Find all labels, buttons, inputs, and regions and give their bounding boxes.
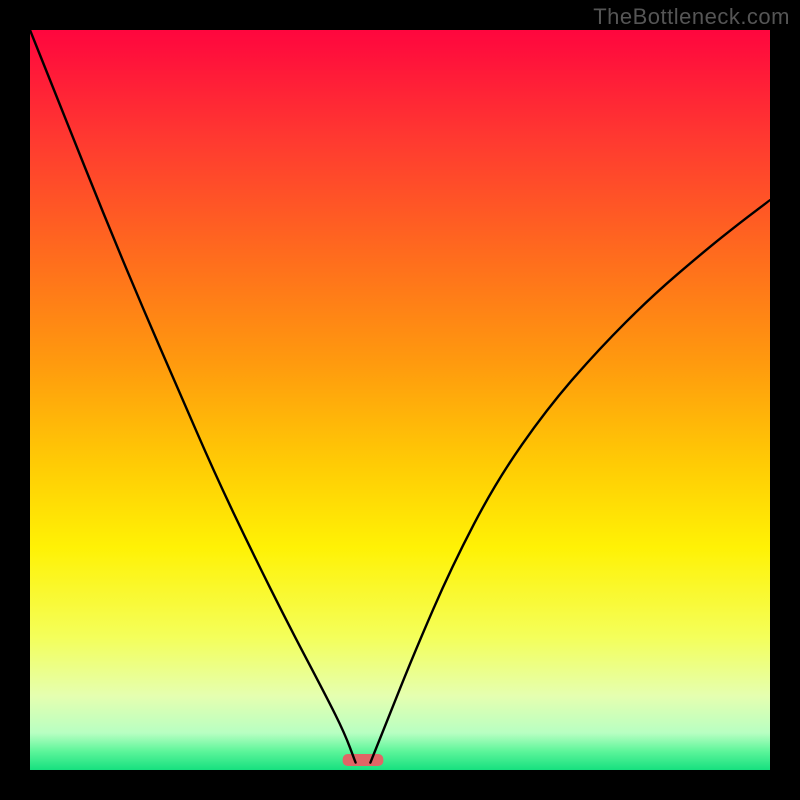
- baseline-marker: [343, 754, 384, 766]
- bottleneck-chart: [30, 30, 770, 770]
- gradient-background: [30, 30, 770, 770]
- attribution-label: TheBottleneck.com: [593, 4, 790, 30]
- chart-frame: TheBottleneck.com: [0, 0, 800, 800]
